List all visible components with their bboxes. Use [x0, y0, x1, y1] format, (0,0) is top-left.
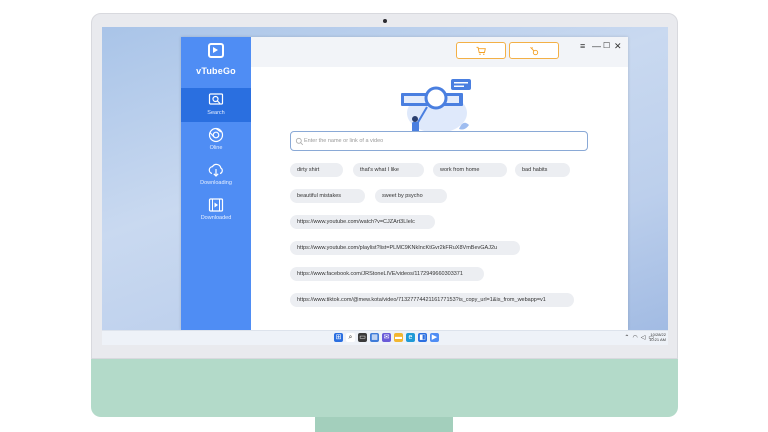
keyword-chip[interactable]: dirty shirt — [290, 163, 343, 177]
vtubego-taskbar-icon[interactable]: ▶ — [430, 333, 439, 342]
monitor-bezel: vTubeGo Search Oline Downloading Downloa… — [91, 13, 678, 359]
desktop-screen: vTubeGo Search Oline Downloading Downloa… — [102, 27, 668, 345]
app-name: vTubeGo — [196, 66, 236, 76]
monitor-stand — [315, 417, 453, 432]
keyword-chip[interactable]: work from home — [433, 163, 507, 177]
search-field-icon — [295, 137, 304, 146]
download-icon — [208, 163, 223, 177]
link-chip[interactable]: https://www.facebook.com/JRStoneLIVE/vid… — [290, 267, 484, 281]
link-chip[interactable]: https://www.tiktok.com/@mew.kota/video/7… — [290, 293, 574, 307]
keyword-chip[interactable]: bad habits — [515, 163, 570, 177]
sidebar-item-search[interactable]: Search — [181, 88, 251, 122]
search-input[interactable] — [304, 135, 579, 147]
sidebar-item-label: Downloaded — [200, 215, 232, 221]
main-panel: ≡ — ☐ ✕ Enter the name or link of a vide… — [251, 37, 628, 330]
taskbar-search-icon[interactable]: ⌕ — [346, 333, 355, 342]
sidebar-item-downloading[interactable]: Downloading — [181, 158, 251, 192]
close-button[interactable]: ✕ — [614, 41, 622, 51]
taskbar-icons: ⊞ ⌕ ▭ ▦ ✉ ▬ e ◧ ▶ — [334, 333, 439, 342]
globe-icon — [208, 127, 224, 143]
register-button[interactable] — [509, 42, 559, 59]
menu-button[interactable]: ≡ — [580, 41, 585, 51]
monitor-chin — [91, 359, 678, 417]
sidebar-item-downloaded[interactable]: Downloaded — [181, 193, 251, 227]
volume-icon[interactable]: ◁ — [641, 334, 646, 341]
key-icon — [530, 46, 539, 55]
link-chip[interactable]: https://www.youtube.com/watch?v=CJZArt3L… — [290, 215, 435, 229]
wifi-icon[interactable]: ◠ — [632, 334, 637, 341]
app-logo: vTubeGo — [181, 43, 251, 76]
task-view-icon[interactable]: ▭ — [358, 333, 367, 342]
top-toolbar: ≡ — ☐ ✕ — [251, 37, 628, 67]
monitor: vTubeGo Search Oline Downloading Downloa… — [91, 13, 678, 432]
logo-icon — [208, 43, 224, 58]
clock-time: 10:21 AM — [649, 337, 666, 342]
widgets-icon[interactable]: ▦ — [370, 333, 379, 342]
chevron-up-icon[interactable]: ⌃ — [624, 334, 629, 341]
sidebar-item-label: Downloading — [200, 180, 232, 186]
sidebar: vTubeGo Search Oline Downloading Downloa… — [181, 37, 251, 330]
link-chip[interactable]: https://www.youtube.com/playlist?list=PL… — [290, 241, 520, 255]
search-field[interactable] — [290, 131, 588, 151]
keyword-chip[interactable]: that's what I like — [353, 163, 424, 177]
edge-browser-icon[interactable]: e — [406, 333, 415, 342]
file-explorer-icon[interactable]: ▬ — [394, 333, 403, 342]
minimize-button[interactable]: — — [592, 41, 601, 51]
cart-button[interactable] — [456, 42, 506, 59]
taskbar-clock[interactable]: 10/28/22 10:21 AM — [648, 332, 666, 342]
chat-icon[interactable]: ✉ — [382, 333, 391, 342]
store-icon[interactable]: ◧ — [418, 333, 427, 342]
maximize-button[interactable]: ☐ — [603, 41, 610, 51]
sidebar-item-oline[interactable]: Oline — [181, 123, 251, 157]
windows-start-icon[interactable]: ⊞ — [334, 333, 343, 342]
sidebar-item-label: Oline — [209, 145, 223, 151]
keyword-chip[interactable]: beautiful mistakes — [290, 189, 365, 203]
keyword-chip[interactable]: sweet by psycho — [375, 189, 447, 203]
camera-dot — [383, 19, 387, 23]
vtubego-window: vTubeGo Search Oline Downloading Downloa… — [181, 37, 628, 330]
film-icon — [208, 198, 224, 212]
search-icon — [208, 93, 224, 105]
sidebar-item-label: Search — [207, 110, 225, 116]
taskbar: ⊞ ⌕ ▭ ▦ ✉ ▬ e ◧ ▶ ⌃ ◠ ◁ ▭ 10/28/22 10:21… — [102, 330, 668, 345]
cart-icon — [476, 46, 486, 55]
stage: vTubeGo Search Oline Downloading Downloa… — [0, 0, 768, 432]
